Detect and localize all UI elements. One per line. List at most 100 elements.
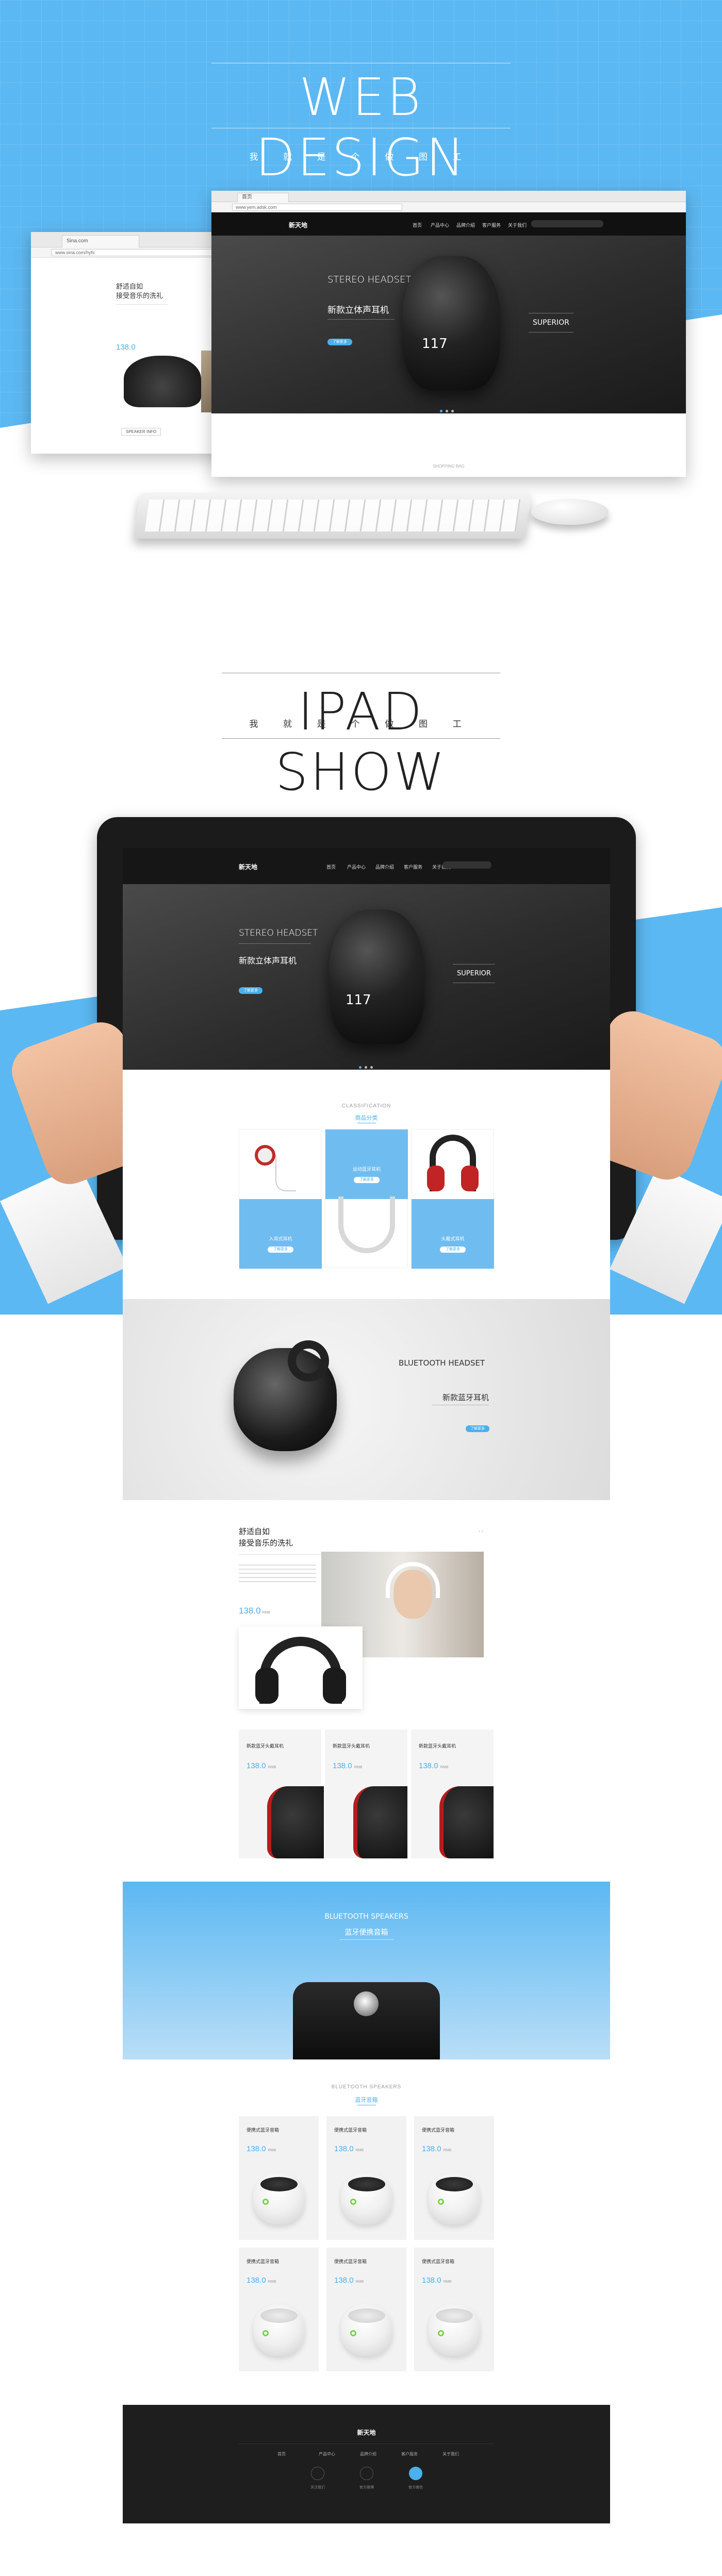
screen-banner-divider — [239, 943, 311, 944]
screen-logo[interactable]: 新天地 — [239, 862, 257, 871]
screen-search-input[interactable] — [442, 861, 491, 869]
speaker-price-unit: RMB — [355, 2280, 364, 2284]
product-price-value: 138.0 — [247, 1761, 266, 1770]
nav-link-brand[interactable]: 品牌介绍 — [456, 222, 475, 228]
product-price: 138.0 RMB — [247, 1761, 276, 1770]
product-card[interactable]: 新款蓝牙头戴耳机 138.0 RMB — [325, 1730, 407, 1858]
user-icon[interactable] — [311, 2467, 324, 2480]
feature-nav-arrows[interactable]: ‹ › — [479, 1528, 483, 1534]
screen-superior-label: SUPERIOR — [453, 964, 495, 983]
speaker-top — [436, 2177, 473, 2191]
speaker-image — [253, 2304, 305, 2356]
ipad-show-subtitle: 我 就 是 个 做 图 工 — [249, 719, 473, 729]
speaker-title: 便携式蓝牙音箱 — [334, 2128, 367, 2133]
headset-number: 117 — [422, 336, 448, 352]
banner-dots — [438, 406, 455, 413]
dot[interactable] — [440, 410, 442, 412]
screen-nav-service[interactable]: 客户服务 — [404, 863, 422, 870]
screen-banner-title-cn: 新款立体声耳机 — [239, 957, 297, 966]
ipad-screen-page: 新天地 首页 产品中心 品牌介绍 客户服务 关于我们 STEREO HEADSE… — [123, 848, 610, 2523]
banner-title-en: STEREO HEADSET — [327, 274, 412, 285]
categories-title-cn: 商品分类 — [355, 1115, 378, 1121]
feature-divider — [239, 1554, 321, 1555]
keyboard — [133, 492, 532, 539]
speaker-card[interactable]: 便携式蓝牙音箱 138.0 RMB — [414, 2116, 494, 2240]
category-learn-more-button[interactable]: 了解更多 — [354, 1177, 380, 1183]
speakers-banner-title-en: BLUETOOTH SPEAKERS — [324, 1913, 408, 1921]
category-label: 头戴式耳机 — [441, 1236, 465, 1241]
footer-nav-products[interactable]: 产品中心 — [319, 2451, 335, 2457]
speaker-led — [350, 2199, 356, 2205]
speaker-price-value: 138.0 — [334, 2276, 354, 2285]
back-caption: SPEAKER INFO — [121, 428, 161, 436]
speaker-card[interactable]: 便携式蓝牙音箱 138.0 RMB — [239, 2116, 319, 2240]
footer-logo[interactable]: 新天地 — [123, 2428, 610, 2437]
category-label: 运动蓝牙耳机 — [352, 1167, 381, 1172]
speaker-image — [341, 2304, 392, 2356]
footer-icon-label: 官方微信 — [408, 2486, 423, 2489]
category-card-inear[interactable]: 入耳式耳机 了解更多 — [239, 1129, 322, 1269]
weibo-icon[interactable] — [360, 2467, 373, 2480]
dot[interactable] — [451, 410, 454, 412]
dot[interactable] — [359, 1066, 362, 1069]
footer-nav-about[interactable]: 关于我们 — [442, 2451, 459, 2457]
nav-link-home[interactable]: 首页 — [413, 222, 422, 228]
browser-tab[interactable]: 首页 — [237, 193, 289, 202]
speakers-banner-title-cn: 蓝牙便携音箱 — [344, 1928, 388, 1936]
category-card-overear[interactable]: 头戴式耳机 了解更多 — [411, 1129, 494, 1269]
category-card-sport[interactable]: 运动蓝牙耳机 了解更多 — [325, 1129, 408, 1268]
speaker-card[interactable]: 便携式蓝牙音箱 138.0 RMB — [414, 2248, 494, 2371]
category-label: 入耳式耳机 — [269, 1236, 292, 1241]
banner-learn-more-button[interactable]: 了解更多 — [327, 339, 352, 345]
product-price: 138.0 RMB — [419, 1761, 448, 1770]
page-footer: 新天地 首页 产品中心 品牌介绍 客户服务 关于我们 关注我们 官方微博 官方微… — [123, 2405, 610, 2523]
product-title: 新款蓝牙头戴耳机 — [333, 1743, 370, 1749]
speaker-price-value: 138.0 — [422, 2145, 441, 2153]
browser-tab[interactable]: Sina.com — [62, 235, 139, 247]
product-card[interactable]: 新款蓝牙头戴耳机 138.0 RMB — [411, 1730, 494, 1858]
url-field[interactable]: www.yem.adsk.com — [232, 204, 402, 211]
dot[interactable] — [446, 410, 448, 412]
category-learn-more-button[interactable]: 了解更多 — [268, 1247, 293, 1253]
footer-nav-home[interactable]: 首页 — [277, 2451, 286, 2457]
wechat-icon[interactable] — [409, 2467, 422, 2480]
screen-nav-products[interactable]: 产品中心 — [347, 863, 366, 870]
search-input[interactable] — [531, 220, 603, 227]
speaker-card[interactable]: 便携式蓝牙音箱 138.0 RMB — [326, 2116, 406, 2240]
speaker-title: 便携式蓝牙音箱 — [422, 2128, 455, 2133]
footer-nav-brand[interactable]: 品牌介绍 — [360, 2451, 376, 2457]
dot[interactable] — [370, 1066, 373, 1069]
ipad-title-rule-bottom — [222, 738, 500, 739]
nav-link-products[interactable]: 产品中心 — [431, 222, 449, 228]
category-learn-more-button[interactable]: 了解更多 — [440, 1247, 466, 1253]
dot[interactable] — [365, 1066, 367, 1069]
bt-headset-learn-more-button[interactable]: 了解更多 — [466, 1425, 489, 1432]
footer-nav-service[interactable]: 客户服务 — [401, 2451, 418, 2457]
speaker-image — [341, 2173, 392, 2224]
screen-nav-brand[interactable]: 品牌介绍 — [375, 863, 394, 870]
speaker-card[interactable]: 便携式蓝牙音箱 138.0 RMB — [326, 2248, 406, 2371]
product-card[interactable]: 新款蓝牙头戴耳机 138.0 RMB — [239, 1730, 324, 1858]
speaker-card[interactable]: 便携式蓝牙音箱 138.0 RMB — [239, 2248, 319, 2371]
speaker-price: 138.0 RMB — [247, 2276, 276, 2285]
nav-link-about[interactable]: 关于我们 — [508, 222, 527, 228]
headset-image: 117 — [402, 256, 500, 390]
back-headset-image — [124, 356, 201, 407]
product-headphone-image — [267, 1786, 324, 1858]
speakers-title-en: BLUETOOTH SPEAKERS — [331, 2084, 402, 2090]
product-price-unit: RMB — [440, 1766, 449, 1769]
speaker-price: 138.0 RMB — [334, 2276, 364, 2285]
screen-banner-learn-more-button[interactable]: 了解更多 — [239, 987, 262, 994]
card-blue-panel: 头戴式耳机 了解更多 — [412, 1199, 494, 1269]
speaker-title: 便携式蓝牙音箱 — [334, 2259, 367, 2264]
url-field[interactable]: www.sina.com/hyfs — [52, 249, 222, 256]
nav-link-service[interactable]: 客户服务 — [482, 222, 501, 228]
speaker-top — [260, 2177, 298, 2191]
back-heading-2: 接受音乐的洗礼 — [116, 292, 163, 300]
feature-price-value: 138.0 — [239, 1606, 261, 1616]
product-price-unit: RMB — [354, 1766, 363, 1769]
screen-nav-home[interactable]: 首页 — [326, 863, 336, 870]
site-logo[interactable]: 新天地 — [289, 221, 307, 229]
web-design-subtitle: 我 就 是 个 做 图 工 — [249, 152, 473, 162]
bt-headset-title-cn: 新款蓝牙耳机 — [442, 1393, 489, 1402]
